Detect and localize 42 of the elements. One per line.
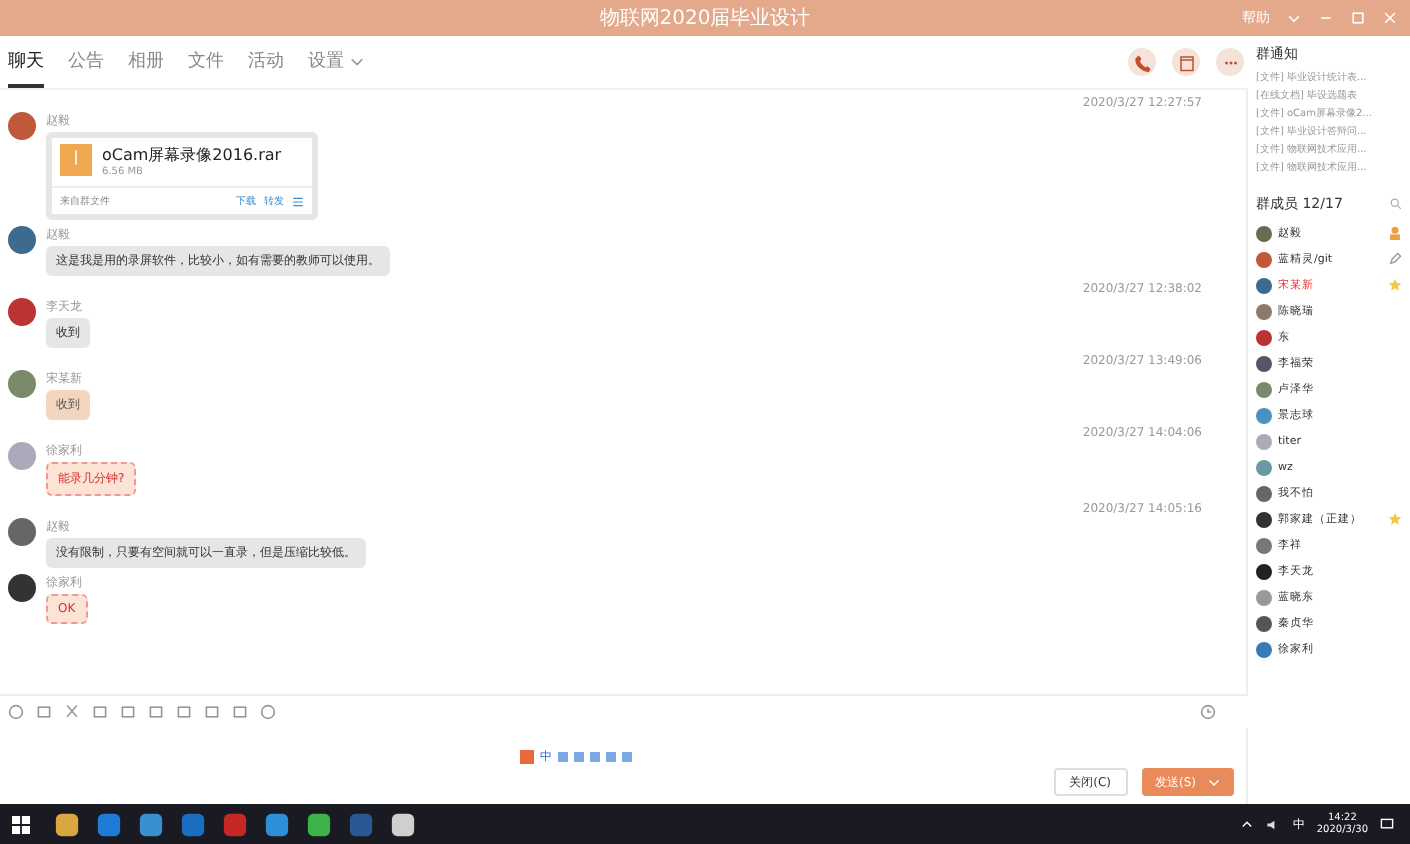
- search-icon[interactable]: [1390, 198, 1402, 210]
- notification-icon[interactable]: [1380, 817, 1394, 831]
- windows-icon[interactable]: [12, 815, 30, 833]
- app-icon[interactable]: [306, 811, 332, 837]
- person-icon: [1388, 226, 1402, 240]
- app-icon[interactable]: [390, 811, 416, 837]
- phone-icon: [1133, 53, 1151, 71]
- star-icon: [1388, 278, 1402, 292]
- tab[interactable]: 活动: [248, 36, 284, 88]
- tab[interactable]: 文件: [188, 36, 224, 88]
- tab[interactable]: 公告: [68, 36, 104, 88]
- window-title: 物联网2020届毕业设计: [599, 5, 811, 32]
- avatar-icon: [8, 298, 36, 326]
- dropdown-icon[interactable]: [1286, 10, 1302, 26]
- menu-icon[interactable]: [292, 195, 304, 207]
- maximize-icon[interactable]: [1350, 10, 1366, 26]
- tab[interactable]: 设置: [308, 36, 364, 88]
- caret-icon[interactable]: [1208, 776, 1220, 788]
- app-icon[interactable]: [54, 811, 80, 837]
- app-icon[interactable]: [264, 811, 290, 837]
- file-icon: [60, 144, 92, 176]
- more-button[interactable]: [1216, 48, 1244, 76]
- avatar-icon: [8, 226, 36, 254]
- star-icon: [1388, 512, 1402, 526]
- avatar-icon: [8, 370, 36, 398]
- file-name: oCam屏幕录像2016.rar: [102, 144, 282, 166]
- avatar-icon: [8, 574, 36, 602]
- caret-icon: [350, 54, 364, 68]
- calendar-button[interactable]: [1172, 48, 1200, 76]
- app-icon[interactable]: [138, 811, 164, 837]
- scissors-icon[interactable]: [64, 704, 80, 720]
- chevron-icon[interactable]: [1240, 817, 1255, 831]
- calendar-icon: [1177, 53, 1195, 71]
- phone-button[interactable]: [1128, 48, 1156, 76]
- tab[interactable]: 相册: [128, 36, 164, 88]
- close-icon[interactable]: [1382, 10, 1398, 26]
- clock-icon[interactable]: [1200, 704, 1216, 720]
- avatar-icon: [8, 518, 36, 546]
- tab[interactable]: 聊天: [8, 36, 44, 88]
- pencil-icon: [1388, 252, 1402, 266]
- avatar-icon: [8, 442, 36, 470]
- avatar-icon: [8, 112, 36, 140]
